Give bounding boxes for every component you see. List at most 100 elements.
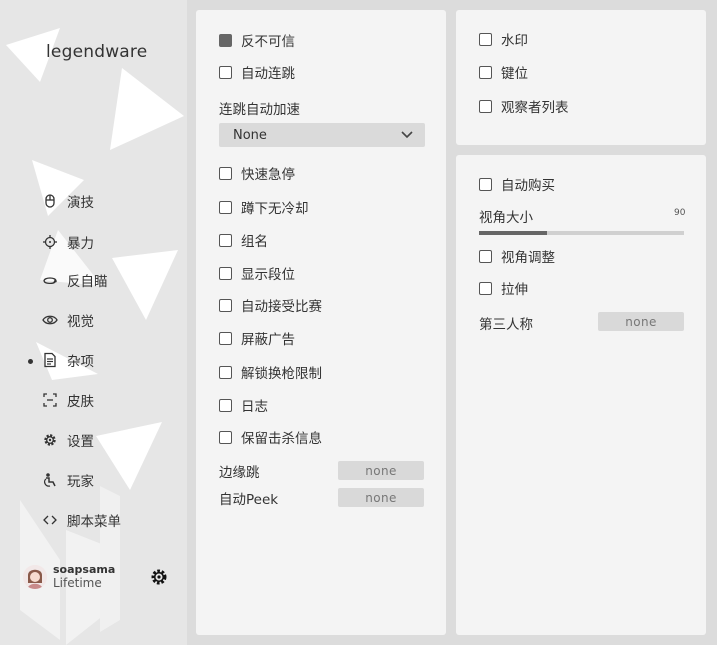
checkbox-label: 自动连跳: [241, 66, 295, 82]
rotate-icon: [43, 277, 57, 285]
checkbox-label: 解锁换枪限制: [241, 366, 322, 382]
third-person-label: 第三人称: [479, 317, 533, 333]
sidebar-item-label: 演技: [67, 195, 94, 211]
checkbox-box: [479, 249, 492, 263]
crosshair-icon: [43, 235, 57, 249]
checkbox-box: [219, 166, 232, 180]
fov-value: 90: [674, 208, 686, 218]
settings-gear-icon[interactable]: [150, 568, 168, 586]
mouse-icon: [45, 194, 55, 208]
checkbox-box: [479, 32, 492, 46]
checkbox-label: 显示段位: [241, 267, 295, 283]
checkbox-box: [219, 33, 232, 47]
auto-peek-keybind[interactable]: none: [338, 488, 424, 507]
sidebar-item-label: 杂项: [67, 354, 94, 370]
brand-title: legendware: [46, 42, 148, 62]
sidebar-item-skins[interactable]: 皮肤: [42, 389, 94, 411]
checkbox-label: 视角调整: [501, 250, 555, 266]
clantag-checkbox[interactable]: 组名: [219, 230, 268, 250]
fast-stop-checkbox[interactable]: 快速急停: [219, 163, 295, 183]
misc-main-panel: 反不可信 自动连跳 连跳自动加速 None 快速急停 蹲下无冷却 组名 显示段位…: [196, 10, 446, 635]
checkbox-box: [479, 99, 492, 113]
auto-accept-checkbox[interactable]: 自动接受比赛: [219, 295, 322, 315]
sidebar-item-settings[interactable]: 设置: [42, 429, 94, 451]
checkbox-box: [219, 65, 232, 79]
fov-adjust-checkbox[interactable]: 视角调整: [479, 246, 555, 266]
show-rank-checkbox[interactable]: 显示段位: [219, 263, 295, 283]
unlock-weapon-limit-checkbox[interactable]: 解锁换枪限制: [219, 362, 322, 382]
checkbox-label: 自动接受比赛: [241, 299, 322, 315]
checkbox-box: [479, 177, 492, 191]
checkbox-box: [219, 266, 232, 280]
code-icon: [43, 515, 57, 525]
sidebar-item-label: 脚本菜单: [67, 514, 121, 530]
checkbox-box: [479, 281, 492, 295]
document-icon: [44, 352, 56, 368]
avatar-image: [23, 564, 47, 589]
checkbox-box: [219, 233, 232, 247]
edge-jump-keybind[interactable]: none: [338, 461, 424, 480]
checkbox-label: 快速急停: [241, 167, 295, 183]
keybind-value: none: [365, 463, 397, 478]
fov-slider-fill: [479, 231, 547, 235]
checkbox-label: 自动购买: [501, 178, 555, 194]
third-person-keybind[interactable]: none: [598, 312, 684, 331]
sidebar-item-ragebot[interactable]: 暴力: [42, 231, 94, 253]
sidebar-item-players[interactable]: 玩家: [42, 469, 94, 491]
user-subscription: Lifetime: [53, 576, 102, 590]
log-checkbox[interactable]: 日志: [219, 395, 268, 415]
user-name: soapsama: [53, 563, 116, 576]
autojump-speed-select[interactable]: None: [219, 123, 425, 147]
sidebar-item-label: 反自瞄: [67, 274, 108, 290]
autojump-speed-label: 连跳自动加速: [219, 102, 300, 118]
player-icon: [43, 473, 56, 487]
stretch-checkbox[interactable]: 拉伸: [479, 278, 528, 298]
keybinds-checkbox[interactable]: 键位: [479, 62, 528, 82]
checkbox-box: [219, 398, 232, 412]
keybind-value: none: [625, 314, 657, 329]
checkbox-box: [219, 331, 232, 345]
sidebar-item-label: 暴力: [67, 236, 94, 252]
fov-slider[interactable]: [479, 231, 684, 235]
checkbox-label: 键位: [501, 66, 528, 82]
sidebar-item-label: 视觉: [67, 314, 94, 330]
checkbox-label: 拉伸: [501, 282, 528, 298]
sidebar-item-antiaim[interactable]: 反自瞄: [42, 269, 108, 291]
auto-peek-label: 自动Peek: [219, 492, 279, 508]
select-value: None: [233, 127, 267, 143]
edge-jump-label: 边缘跳: [219, 465, 260, 481]
sidebar-item-label: 玩家: [67, 474, 94, 490]
auto-buy-checkbox[interactable]: 自动购买: [479, 174, 555, 194]
fov-label: 视角大小: [479, 210, 533, 226]
sidebar: legendware 演技 暴力 反自瞄 视觉 杂项 皮肤 设置 玩家 脚本菜单: [0, 0, 187, 645]
sidebar-item-misc[interactable]: 杂项: [42, 349, 94, 371]
sidebar-item-visuals[interactable]: 视觉: [42, 309, 94, 331]
checkbox-label: 观察者列表: [501, 100, 569, 116]
duck-no-cooldown-checkbox[interactable]: 蹲下无冷却: [219, 197, 309, 217]
checkbox-box: [219, 430, 232, 444]
checkbox-box: [219, 298, 232, 312]
keybind-value: none: [365, 490, 397, 505]
checkbox-box: [479, 65, 492, 79]
checkbox-label: 水印: [501, 33, 528, 49]
checkbox-label: 蹲下无冷却: [241, 201, 309, 217]
sidebar-item-label: 设置: [67, 434, 94, 450]
sidebar-item-scripts[interactable]: 脚本菜单: [42, 509, 121, 531]
block-ads-checkbox[interactable]: 屏蔽广告: [219, 328, 295, 348]
preserve-killfeed-checkbox[interactable]: 保留击杀信息: [219, 427, 322, 447]
checkbox-label: 组名: [241, 234, 268, 250]
chevron-down-icon: [401, 131, 413, 139]
user-profile: soapsama Lifetime: [23, 563, 115, 590]
checkbox-label: 保留击杀信息: [241, 431, 322, 447]
sidebar-item-legit[interactable]: 演技: [42, 190, 94, 212]
anti-untrusted-checkbox[interactable]: 反不可信: [219, 30, 295, 50]
auto-bhop-checkbox[interactable]: 自动连跳: [219, 62, 295, 82]
spectator-list-checkbox[interactable]: 观察者列表: [479, 96, 569, 116]
sidebar-item-label: 皮肤: [67, 394, 94, 410]
watermark-checkbox[interactable]: 水印: [479, 29, 528, 49]
active-indicator: [28, 359, 33, 364]
checkbox-box: [219, 365, 232, 379]
checkbox-box: [219, 200, 232, 214]
checkbox-label: 反不可信: [241, 34, 295, 50]
gear-icon: [44, 434, 56, 446]
